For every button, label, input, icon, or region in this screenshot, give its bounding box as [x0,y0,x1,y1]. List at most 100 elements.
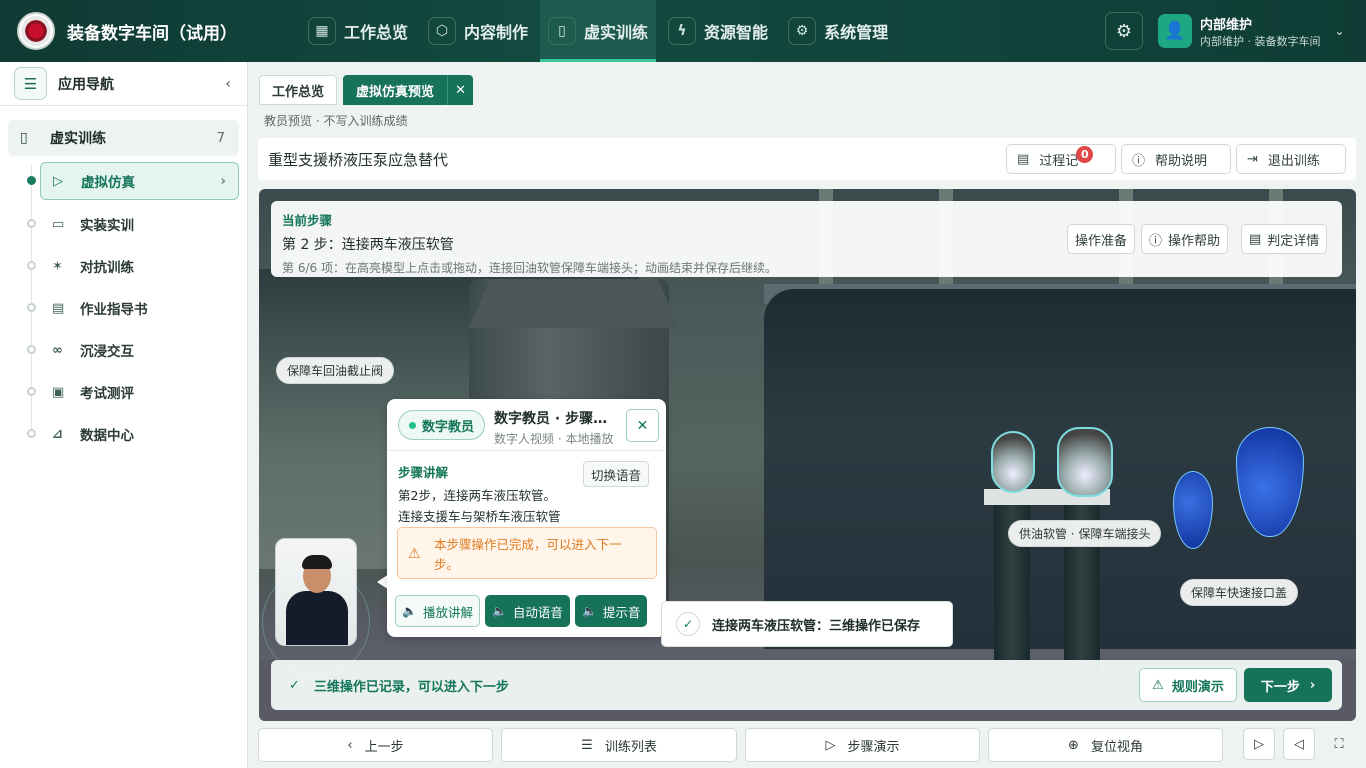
preview-note: 教员预览 · 不写入训练成绩 [264,114,408,128]
digital-teacher-avatar[interactable] [275,538,357,646]
menu-toggle-button[interactable]: ☰ [14,67,47,100]
tree-dot [27,345,36,354]
hotspot-return-valve[interactable]: 保障车回油截止阀 [276,357,395,384]
sidebar-item-label: 作业指导书 [80,302,148,318]
reset-label: 复位视角 [1090,739,1143,755]
settings-button[interactable]: ⚙ [1105,12,1143,50]
nav-item-system[interactable]: ⚙ 系统管理 [780,0,896,62]
sidebar-group-count: 7 [216,130,225,146]
sidebar-item-label: 数据中心 [80,428,134,444]
monitor-icon: ▭ [52,216,65,232]
play-narration-button[interactable]: 🔈 播放讲解 [395,595,480,627]
sidebar-group-training[interactable]: ▯ 虚实训练 7 [8,120,239,156]
play-circle-icon: ▷ [53,173,63,189]
operation-prep-button[interactable]: 操作准备 [1067,224,1136,254]
nav-item-training[interactable]: ▯ 虚实训练 [540,0,657,62]
tab-virtual-preview[interactable]: 虚拟仿真预览 [343,75,448,105]
tab-overview[interactable]: 工作总览 [259,75,338,105]
sidebar-item-combat[interactable]: ✶ 对抗训练 [40,247,239,285]
exit-label: 退出训练 [1267,153,1320,169]
sidebar-item-virtual-sim[interactable]: ▷ 虚拟仿真 › [40,162,239,200]
digital-teacher-panel: 数字教员 数字教员 · 步骤讲解 数字人视频 · 本地播放 ✕ 步骤讲解 切换语… [387,399,666,637]
collapse-sidebar-button[interactable]: ‹ [225,76,231,92]
list-label: 训练列表 [604,739,657,755]
sidebar-item-label: 实装实训 [80,218,134,234]
nav-item-content[interactable]: ⬡ 内容制作 [420,0,536,62]
chart-icon: ⊿ [52,426,63,442]
check-icon: ✓ [676,612,700,636]
rule-demo-button[interactable]: ⚠ 规则演示 [1139,668,1237,702]
sidebar-item-guide[interactable]: ▤ 作业指导书 [40,289,239,327]
toggle-left-panel-button[interactable]: ▷ [1243,728,1275,760]
document-icon: ▤ [52,300,65,316]
nav-label: 内容制作 [464,23,529,42]
op-help-label: 操作帮助 [1168,233,1221,249]
process-log-button[interactable]: ▤ 过程记 0 [1006,144,1116,174]
clipboard-icon: ▣ [52,384,65,400]
training-list-button[interactable]: ☰ 训练列表 [501,728,737,762]
chevron-right-icon: › [1309,677,1316,693]
lightning-icon: ϟ [668,17,697,45]
alert-text: 本步骤操作已完成，可以进入下一步。 [434,537,622,572]
judge-detail-button[interactable]: ▤ 判定详情 [1241,224,1328,254]
fullscreen-button[interactable]: ⛶ [1323,728,1355,760]
demo-label: 步骤演示 [847,739,900,755]
auto-voice-button[interactable]: 🔈 自动语音 [484,595,570,627]
toast-text: 连接两车液压软管：三维操作已保存 [712,618,921,634]
sidebar-item-label: 虚拟仿真 [81,175,135,191]
log-count-badge: 0 [1076,145,1094,163]
gear-icon: ⚙ [788,17,817,45]
play-label: 播放讲解 [422,604,473,620]
help-label: 帮助说明 [1155,153,1208,169]
menu-icon: ☰ [23,74,38,93]
process-log-label: 过程记 [1039,153,1079,169]
auto-label: 自动语音 [512,604,563,620]
user-avatar-icon: 👤 [1158,14,1192,48]
figure-icon: ✶ [52,258,63,274]
reset-view-button[interactable]: ⊕ 复位视角 [988,728,1223,762]
close-panel-button[interactable]: ✕ [626,409,659,442]
detail-label: 判定详情 [1267,233,1320,249]
speaker-icon: 🔈 [491,604,507,618]
crosshair-icon: ⊕ [1068,737,1079,753]
close-icon: ✕ [636,417,649,434]
speaker-icon: 🔈 [402,604,417,618]
nav-item-overview[interactable]: ▦ 工作总览 [300,0,416,62]
toggle-right-panel-button[interactable]: ◁ [1283,728,1315,760]
book-icon: ▯ [548,17,577,45]
vr-headset-icon: ∞ [52,342,63,358]
step-complete-alert: ⚠ 本步骤操作已完成，可以进入下一步。 [397,527,657,579]
user-menu[interactable]: 👤 内部维护 内部维护 · 装备数字车间 ⌄ [1158,12,1352,50]
sidebar-item-label: 对抗训练 [80,260,134,276]
step-demo-button[interactable]: ▷ 步骤演示 [745,728,980,762]
panel-left-icon: ▷ [1254,736,1264,752]
next-step-button[interactable]: 下一步 › [1244,668,1332,702]
help-button[interactable]: ⓘ 帮助说明 [1121,144,1231,174]
sidebar-item-data[interactable]: ⊿ 数据中心 [40,415,239,453]
nav-label: 系统管理 [824,23,889,42]
hotspot-supply-hose[interactable]: 供油软管 · 保障车端接头 [1008,520,1162,547]
tree-dot [27,429,36,438]
top-bar: 装备数字车间（试用） ▦ 工作总览 ⬡ 内容制作 ▯ 虚实训练 ϟ 资源智能 ⚙ 系统管理… [0,0,1366,62]
exit-training-button[interactable]: ⇥ 退出训练 [1236,144,1346,174]
prev-label: 上一步 [364,739,404,755]
switch-voice-button[interactable]: 切换语音 [583,461,650,487]
sidebar-item-exam[interactable]: ▣ 考试测评 [40,373,239,411]
panel-right-icon: ◁ [1294,736,1304,752]
hose-coupler[interactable] [1057,427,1113,497]
main-nav: ▦ 工作总览 ⬡ 内容制作 ▯ 虚实训练 ϟ 资源智能 ⚙ 系统管理 [300,0,900,62]
list-icon: ☰ [581,737,593,753]
prev-step-button[interactable]: ‹ 上一步 [258,728,493,762]
prompt-tone-button[interactable]: 🔈 提示音 [574,595,648,627]
sidebar-item-immersive[interactable]: ∞ 沉浸交互 [40,331,239,369]
document-icon: ▤ [1249,231,1262,247]
logout-icon: ⇥ [1247,151,1258,167]
hotspot-quick-cover[interactable]: 保障车快速接口盖 [1180,579,1299,606]
sidebar-item-real-training[interactable]: ▭ 实装实训 [40,205,239,243]
nav-item-resources[interactable]: ϟ 资源智能 [660,0,776,62]
tree-dot [27,219,36,228]
operation-help-button[interactable]: ⓘ 操作帮助 [1141,224,1229,254]
close-tab-icon[interactable]: ✕ [447,75,474,105]
hose-coupler[interactable] [991,431,1035,493]
narration-line: 第2步，连接两车液压软管。 [398,488,556,503]
